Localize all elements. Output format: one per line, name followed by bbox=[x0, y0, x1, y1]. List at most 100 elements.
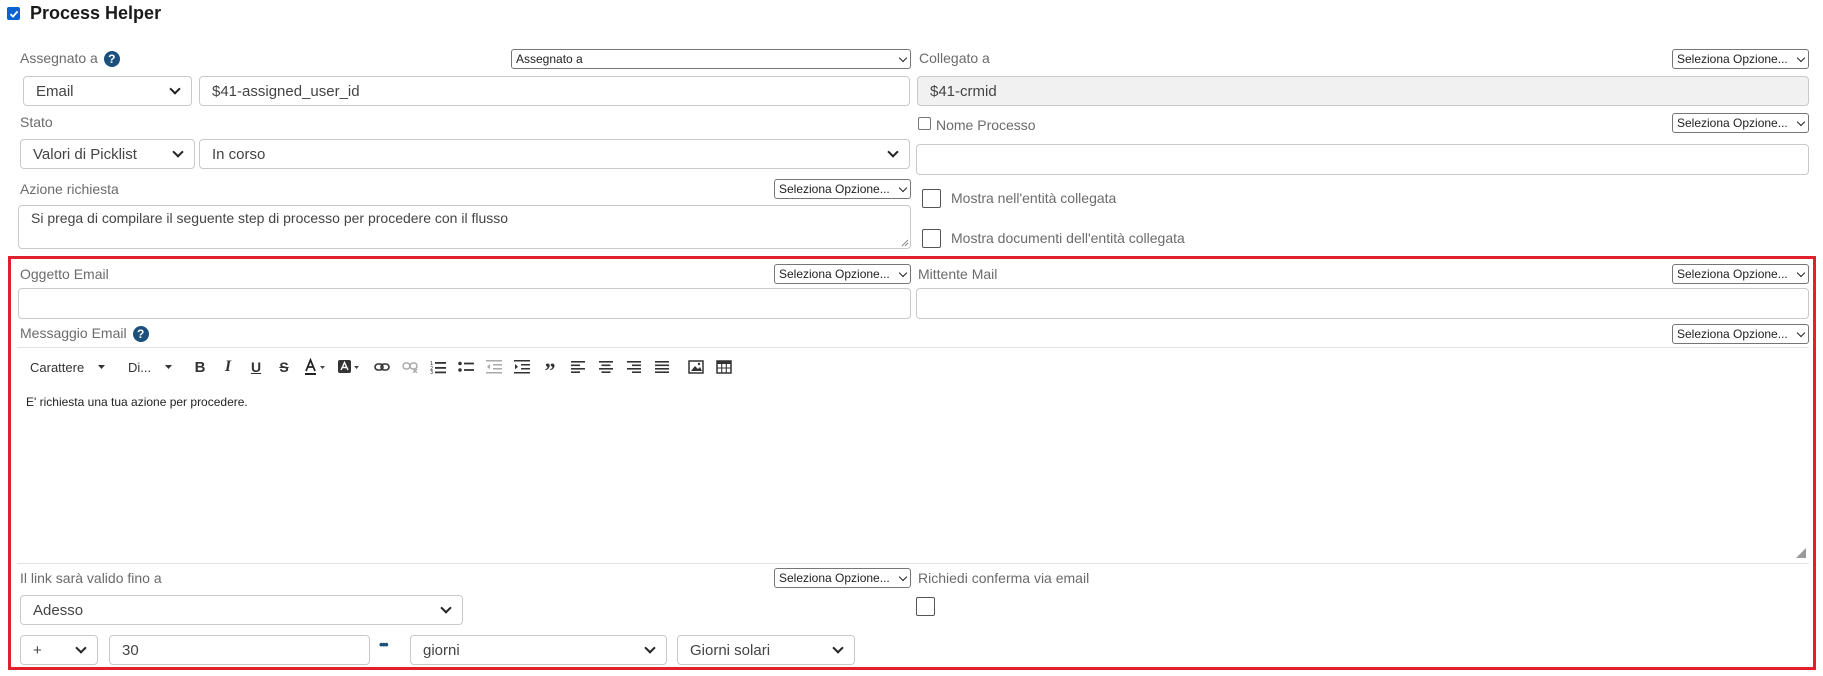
link-icon[interactable] bbox=[372, 356, 392, 378]
editor-resize-icon[interactable] bbox=[1796, 548, 1806, 558]
amount-input[interactable]: 30 bbox=[109, 635, 370, 665]
nome-processo-option-select[interactable]: Seleziona Opzione... bbox=[1672, 113, 1809, 133]
days-type-select[interactable]: Giorni solari bbox=[677, 635, 855, 665]
align-right-icon[interactable] bbox=[624, 356, 644, 378]
caret-down-icon bbox=[98, 365, 106, 369]
chevron-down-icon bbox=[172, 146, 184, 158]
blockquote-icon[interactable]: ” bbox=[540, 356, 560, 383]
stato-label: Stato bbox=[20, 114, 53, 130]
collegato-option-select[interactable]: Seleziona Opzione... bbox=[1672, 49, 1809, 69]
background-color-icon[interactable] bbox=[336, 356, 362, 378]
underline-icon[interactable]: U bbox=[246, 356, 266, 378]
oggetto-option-select[interactable]: Seleziona Opzione... bbox=[774, 264, 911, 284]
assegnato-type-select[interactable]: Email bbox=[23, 76, 192, 106]
bullet-list-glyph bbox=[458, 361, 474, 372]
assegnato-mode-select[interactable]: Assegnato a bbox=[511, 49, 911, 69]
mittente-label: Mittente Mail bbox=[918, 266, 998, 282]
mostra-entita-label: Mostra nell'entità collegata bbox=[951, 190, 1117, 206]
align-center-glyph bbox=[599, 361, 613, 373]
editor-body-text[interactable]: E' richiesta una tua azione per proceder… bbox=[26, 395, 248, 409]
chevron-down-icon bbox=[169, 83, 181, 95]
editor-top-border bbox=[17, 347, 1809, 348]
outdent-icon[interactable] bbox=[484, 356, 504, 378]
align-right-glyph bbox=[627, 361, 641, 373]
azione-option-select[interactable]: Seleziona Opzione... bbox=[774, 179, 911, 199]
page-title: Process Helper bbox=[30, 3, 162, 23]
stato-type-select[interactable]: Valori di Picklist bbox=[20, 139, 195, 169]
chevron-down-icon bbox=[887, 146, 899, 158]
collegato-value-input: $41-crmid bbox=[917, 76, 1809, 106]
caret-down-icon bbox=[165, 365, 173, 369]
stato-value-select[interactable]: In corso bbox=[199, 139, 910, 169]
indent-glyph bbox=[514, 360, 530, 374]
chevron-down-icon bbox=[1796, 268, 1806, 277]
unlink-icon[interactable] bbox=[400, 356, 420, 378]
nome-processo-checkbox[interactable] bbox=[918, 117, 931, 130]
link-validita-option-select[interactable]: Seleziona Opzione... bbox=[774, 568, 911, 588]
chevron-down-icon bbox=[1796, 328, 1806, 337]
oggetto-label: Oggetto Email bbox=[20, 266, 109, 282]
messaggio-option-select[interactable]: Seleziona Opzione... bbox=[1672, 324, 1809, 344]
unit-select[interactable]: giorni bbox=[410, 635, 667, 665]
question-circle-icon[interactable]: ? bbox=[103, 51, 120, 68]
text-color-icon[interactable] bbox=[302, 356, 328, 378]
chevron-down-icon bbox=[75, 642, 87, 654]
table-icon[interactable] bbox=[714, 356, 734, 378]
align-left-glyph bbox=[571, 361, 585, 373]
mittente-option-select[interactable]: Seleziona Opzione... bbox=[1672, 264, 1809, 284]
conferma-label: Richiedi conferma via email bbox=[918, 570, 1090, 586]
assegnato-value-input[interactable]: $41-assigned_user_id bbox=[199, 76, 910, 106]
svg-text:3: 3 bbox=[430, 370, 433, 374]
image-icon[interactable] bbox=[686, 356, 706, 378]
align-center-icon[interactable] bbox=[596, 356, 616, 378]
nome-processo-label: Nome Processo bbox=[936, 117, 1036, 133]
numbered-list-icon[interactable]: 123 bbox=[428, 356, 448, 378]
more-options-icon[interactable]: ••• bbox=[379, 637, 389, 652]
process-helper-checkbox[interactable] bbox=[7, 7, 20, 20]
strikethrough-icon[interactable]: S bbox=[274, 356, 294, 378]
link-glyph bbox=[374, 363, 390, 371]
chevron-down-icon bbox=[832, 642, 844, 654]
question-circle-icon[interactable]: ? bbox=[132, 326, 149, 343]
align-left-icon[interactable] bbox=[568, 356, 588, 378]
operator-select[interactable]: + bbox=[20, 635, 98, 665]
azione-textarea[interactable]: Si prega di compilare il seguente step d… bbox=[18, 205, 911, 249]
conferma-checkbox[interactable] bbox=[916, 597, 935, 616]
collegato-label: Collegato a bbox=[919, 50, 990, 66]
check-icon bbox=[9, 10, 18, 18]
text-color-glyph bbox=[305, 358, 325, 375]
outdent-glyph bbox=[486, 360, 502, 374]
link-validita-base-select[interactable]: Adesso bbox=[20, 595, 463, 625]
indent-icon[interactable] bbox=[512, 356, 532, 378]
assegnato-label: Assegnato a? bbox=[20, 50, 120, 68]
oggetto-input[interactable] bbox=[18, 288, 911, 319]
font-family-dropdown[interactable]: Carattere bbox=[30, 356, 108, 378]
unlink-glyph bbox=[402, 362, 418, 373]
chevron-down-icon bbox=[898, 572, 908, 581]
font-size-dropdown[interactable]: Di... bbox=[128, 356, 178, 378]
background-color-glyph bbox=[338, 360, 359, 373]
chevron-down-icon bbox=[898, 183, 908, 192]
chevron-down-icon bbox=[1796, 117, 1806, 126]
chevron-down-icon bbox=[898, 268, 908, 277]
bullet-list-icon[interactable] bbox=[456, 356, 476, 378]
mittente-input[interactable] bbox=[916, 288, 1809, 319]
chevron-down-icon bbox=[1796, 53, 1806, 62]
justify-icon[interactable] bbox=[652, 356, 672, 378]
chevron-down-icon bbox=[898, 53, 908, 62]
link-validita-label: Il link sarà valido fino a bbox=[20, 570, 162, 586]
azione-label: Azione richiesta bbox=[20, 181, 119, 197]
chevron-down-icon bbox=[644, 642, 656, 654]
mostra-entita-checkbox[interactable] bbox=[922, 189, 941, 208]
table-glyph bbox=[716, 360, 732, 374]
resize-handle-icon[interactable] bbox=[900, 238, 909, 247]
justify-glyph bbox=[655, 361, 669, 373]
mostra-documenti-label: Mostra documenti dell'entità collegata bbox=[951, 230, 1185, 246]
nome-processo-input[interactable] bbox=[916, 144, 1809, 175]
bold-icon[interactable]: B bbox=[190, 356, 210, 378]
italic-icon[interactable]: I bbox=[218, 356, 238, 378]
chevron-down-icon bbox=[440, 602, 452, 614]
mostra-documenti-checkbox[interactable] bbox=[922, 229, 941, 248]
editor-bottom-border bbox=[17, 563, 1809, 564]
numbered-list-glyph: 123 bbox=[430, 361, 446, 374]
